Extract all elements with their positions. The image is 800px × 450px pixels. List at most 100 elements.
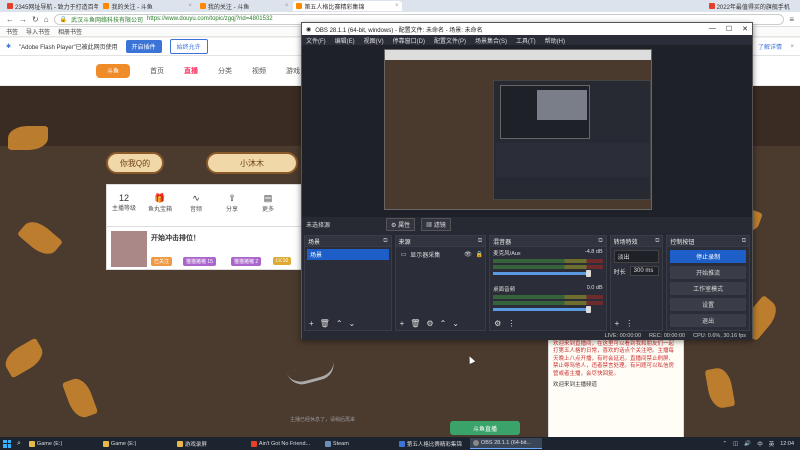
nav-item[interactable]: 游戏: [286, 66, 300, 76]
always-allow-button[interactable]: 始终允许: [169, 39, 208, 54]
volume-icon[interactable]: 🔊: [744, 441, 751, 447]
menu-view[interactable]: 视图(V): [364, 36, 384, 45]
language-indicator[interactable]: 英: [769, 440, 775, 448]
close-icon[interactable]: ×: [285, 3, 289, 9]
source-item[interactable]: ▭ 显示器采集 👁 🔒: [398, 249, 484, 260]
eye-icon[interactable]: 👁: [464, 251, 472, 258]
chevron-up-icon[interactable]: ⌃: [723, 441, 728, 447]
learn-more-link[interactable]: 了解详情: [758, 42, 782, 51]
network-icon[interactable]: ◫: [733, 441, 738, 447]
ime-indicator[interactable]: 中: [757, 440, 763, 448]
favicon-icon: [708, 3, 715, 9]
transition-select[interactable]: 淡出: [613, 250, 660, 263]
stat-item[interactable]: 12 主播等级: [109, 193, 139, 212]
studio-mode-button[interactable]: 工作室模式: [670, 282, 746, 295]
browser-tab-active[interactable]: 第五人格比赛精彩集锦 ×: [293, 1, 402, 11]
chevron-up-icon[interactable]: ⌃: [336, 319, 343, 328]
settings-button[interactable]: 设置: [670, 298, 746, 311]
taskbar-item[interactable]: Steam: [322, 438, 394, 449]
douyu-logo[interactable]: 斗鱼: [96, 63, 130, 78]
add-icon[interactable]: +: [615, 319, 620, 328]
menu-help[interactable]: 帮助(H): [545, 36, 565, 45]
taskbar-item[interactable]: Ain't Got No Friend...: [248, 438, 320, 449]
menu-docks[interactable]: 停靠窗口(D): [393, 36, 425, 45]
bookmark-item[interactable]: 书签: [6, 27, 18, 36]
close-icon[interactable]: ×: [790, 44, 794, 50]
more-icon[interactable]: ⋮: [507, 319, 515, 328]
close-icon[interactable]: ×: [188, 3, 192, 9]
anchor-pill-right[interactable]: 小沐木: [206, 152, 298, 174]
preview-canvas[interactable]: [384, 49, 652, 210]
taskbar-item[interactable]: Game (E:): [100, 438, 172, 449]
obs-preview[interactable]: [302, 45, 752, 217]
home-icon[interactable]: ⌂: [44, 15, 49, 24]
trash-icon[interactable]: 🗑: [320, 319, 330, 328]
scene-item[interactable]: 场景: [307, 249, 389, 260]
forward-icon[interactable]: →: [19, 15, 27, 24]
windows-start-icon[interactable]: [2, 439, 12, 449]
anchor-pill-left[interactable]: 你我Q的: [106, 152, 164, 174]
minimize-icon[interactable]: —: [709, 25, 716, 33]
browser-tab[interactable]: 我的关注 - 斗鱼 ×: [197, 1, 291, 11]
stat-item[interactable]: ∿ 音频: [181, 193, 211, 213]
taskbar-item[interactable]: 游戏录屏: [174, 438, 246, 449]
taskbar-item[interactable]: 第五人格比赛精彩集锦: [396, 438, 468, 449]
properties-button[interactable]: ⚙ 属性: [386, 217, 416, 231]
browser-tab[interactable]: 2022年最值得买的旗舰手机: [706, 1, 800, 11]
undock-icon[interactable]: ⧉: [655, 238, 659, 245]
bookmark-item[interactable]: 导入书签: [26, 27, 50, 36]
menu-scene-collection[interactable]: 场景集合(S): [475, 36, 507, 45]
menu-file[interactable]: 文件(F): [306, 36, 326, 45]
back-icon[interactable]: ←: [6, 15, 14, 24]
maximize-icon[interactable]: ☐: [726, 25, 732, 33]
chevron-up-icon[interactable]: ⌃: [440, 319, 447, 328]
nav-item[interactable]: 首页: [150, 66, 164, 76]
more-icon[interactable]: ⋮: [625, 319, 633, 328]
browser-tab[interactable]: 我的关注 - 斗鱼 ×: [100, 1, 194, 11]
taskbar-item-active[interactable]: OBS 28.1.1 (64-bit...: [469, 438, 542, 449]
bookmark-item[interactable]: 相册书签: [58, 27, 82, 36]
undock-icon[interactable]: ⧉: [383, 238, 387, 245]
undock-icon[interactable]: ⧉: [478, 238, 482, 245]
recursive-preview: [500, 85, 590, 139]
recursive-docks: [496, 143, 650, 177]
chevron-down-icon[interactable]: ⌄: [349, 319, 356, 328]
duration-input[interactable]: 300 ms: [629, 266, 660, 276]
stat-item[interactable]: ▤ 更多: [253, 193, 283, 213]
undock-icon[interactable]: ⧉: [742, 238, 746, 245]
browser-tab[interactable]: 2345网址导航 - 致力于打造百年品牌×: [4, 1, 98, 11]
filters-button[interactable]: ▦ 滤镜: [421, 217, 451, 231]
menu-profile[interactable]: 配置文件(P): [434, 36, 466, 45]
menu-edit[interactable]: 编辑(E): [335, 36, 355, 45]
taskbar-item[interactable]: Game (E:): [26, 438, 98, 449]
add-icon[interactable]: +: [309, 319, 314, 328]
lock-icon[interactable]: 🔒: [476, 251, 483, 258]
volume-slider[interactable]: [493, 306, 592, 313]
volume-slider[interactable]: [493, 270, 592, 277]
search-icon[interactable]: ⌕: [17, 440, 21, 448]
chevron-down-icon[interactable]: ⌄: [452, 319, 459, 328]
stat-item[interactable]: ⇪ 分享: [217, 193, 247, 213]
reload-icon[interactable]: ↻: [32, 15, 39, 24]
stat-item[interactable]: 🎁 鱼丸宝箱: [145, 193, 175, 213]
close-icon[interactable]: ✕: [742, 25, 748, 33]
sources-dock: 来源 ⧉ ▭ 显示器采集 👁 🔒 + 🗑 ⚙ ⌃ ⌄: [394, 235, 487, 331]
stop-recording-button[interactable]: 停止录制: [670, 250, 746, 263]
add-icon[interactable]: +: [400, 319, 405, 328]
start-streaming-button[interactable]: 开始推流: [670, 266, 746, 279]
gear-icon[interactable]: ⚙: [426, 319, 433, 328]
nav-item[interactable]: 视频: [252, 66, 266, 76]
exit-button[interactable]: 退出: [670, 314, 746, 327]
close-icon[interactable]: ×: [395, 3, 399, 9]
trash-icon[interactable]: 🗑: [410, 319, 420, 328]
nav-item[interactable]: 分类: [218, 66, 232, 76]
menu-icon[interactable]: ≡: [789, 15, 794, 24]
clock[interactable]: 12:04: [780, 441, 794, 447]
enable-plugin-button[interactable]: 开启插件: [125, 40, 162, 53]
gear-icon[interactable]: ⚙: [494, 319, 501, 328]
undock-icon[interactable]: ⧉: [598, 238, 602, 245]
menu-tools[interactable]: 工具(T): [516, 36, 536, 45]
enter-stream-button[interactable]: 斗鱼直播: [450, 421, 520, 435]
nav-item[interactable]: 直播: [184, 66, 198, 76]
streamer-card[interactable]: 开始冲击排位！ 已关注 猫猫猪猪 15 猫猫猪猪 2 LV.10: [106, 226, 302, 270]
